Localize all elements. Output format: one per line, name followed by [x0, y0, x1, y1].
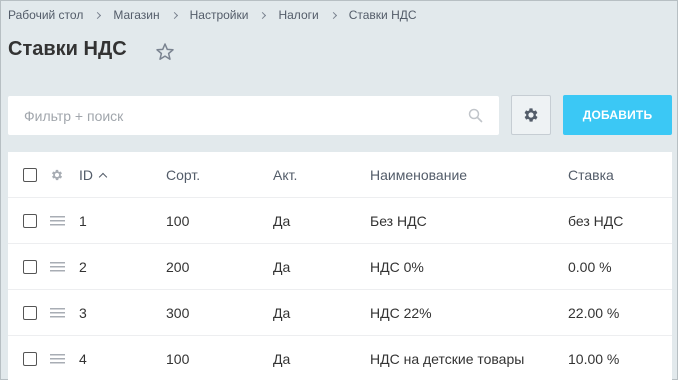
row-checkbox[interactable] [23, 352, 37, 366]
breadcrumb: Рабочий стол Магазин Настройки Налоги Ст… [8, 7, 417, 23]
cell-rate: 0.00 % [568, 259, 612, 275]
add-button[interactable]: ДОБАВИТЬ [563, 95, 672, 135]
drag-handle-icon[interactable] [50, 261, 65, 273]
table-row[interactable]: 1 100 Да Без НДС без НДС [8, 198, 672, 244]
search-input[interactable] [24, 96, 464, 135]
vat-rates-table: ID Сорт. Акт. Наименование Ставка 1 100 … [8, 152, 672, 380]
table-row[interactable]: 2 200 Да НДС 0% 0.00 % [8, 244, 672, 290]
cell-id: 1 [79, 213, 87, 229]
cell-active: Да [273, 305, 291, 321]
cell-id: 3 [79, 305, 87, 321]
chevron-right-icon [170, 11, 178, 19]
filter-search-box[interactable] [8, 96, 499, 135]
column-header-rate[interactable]: Ставка [568, 152, 614, 198]
cell-name[interactable]: НДС на детские товары [370, 336, 524, 380]
cell-rate: 22.00 % [568, 305, 620, 321]
column-header-id[interactable]: ID [79, 152, 108, 198]
breadcrumb-item-vat-rates[interactable]: Ставки НДС [349, 8, 417, 22]
page-title: Ставки НДС [8, 38, 127, 60]
search-icon[interactable] [468, 108, 483, 123]
cell-rate: без НДС [568, 213, 624, 229]
row-checkbox[interactable] [23, 306, 37, 320]
table-row[interactable]: 3 300 Да НДС 22% 22.00 % [8, 290, 672, 336]
settings-button[interactable] [511, 95, 551, 135]
table-row[interactable]: 4 100 Да НДС на детские товары 10.00 % [8, 336, 672, 380]
cell-sort: 100 [166, 351, 190, 367]
cell-id: 4 [79, 351, 87, 367]
breadcrumb-item-settings[interactable]: Настройки [190, 8, 249, 22]
gear-icon [524, 108, 538, 122]
star-icon[interactable] [155, 42, 175, 62]
breadcrumb-item-taxes[interactable]: Налоги [278, 8, 318, 22]
drag-handle-icon[interactable] [50, 307, 65, 319]
breadcrumb-item-desktop[interactable]: Рабочий стол [8, 8, 83, 22]
cell-active: Да [273, 259, 291, 275]
table-header: ID Сорт. Акт. Наименование Ставка [8, 152, 672, 198]
gear-icon[interactable] [50, 168, 64, 182]
column-header-name[interactable]: Наименование [370, 152, 467, 198]
cell-name[interactable]: Без НДС [370, 198, 427, 244]
row-checkbox[interactable] [23, 260, 37, 274]
cell-name[interactable]: НДС 22% [370, 290, 432, 336]
drag-handle-icon[interactable] [50, 215, 65, 227]
select-all-checkbox[interactable] [23, 168, 37, 182]
breadcrumb-item-shop[interactable]: Магазин [113, 8, 159, 22]
cell-active: Да [273, 351, 291, 367]
cell-sort: 200 [166, 259, 190, 275]
sort-asc-icon [98, 172, 108, 182]
cell-name[interactable]: НДС 0% [370, 244, 424, 290]
chevron-right-icon [259, 11, 267, 19]
cell-id: 2 [79, 259, 87, 275]
chevron-right-icon [94, 11, 102, 19]
row-checkbox[interactable] [23, 214, 37, 228]
chevron-right-icon [329, 11, 337, 19]
cell-active: Да [273, 213, 291, 229]
cell-sort: 100 [166, 213, 190, 229]
cell-rate: 10.00 % [568, 351, 620, 367]
drag-handle-icon[interactable] [50, 353, 65, 365]
column-header-active[interactable]: Акт. [273, 152, 297, 198]
column-header-sort[interactable]: Сорт. [166, 152, 200, 198]
cell-sort: 300 [166, 305, 190, 321]
